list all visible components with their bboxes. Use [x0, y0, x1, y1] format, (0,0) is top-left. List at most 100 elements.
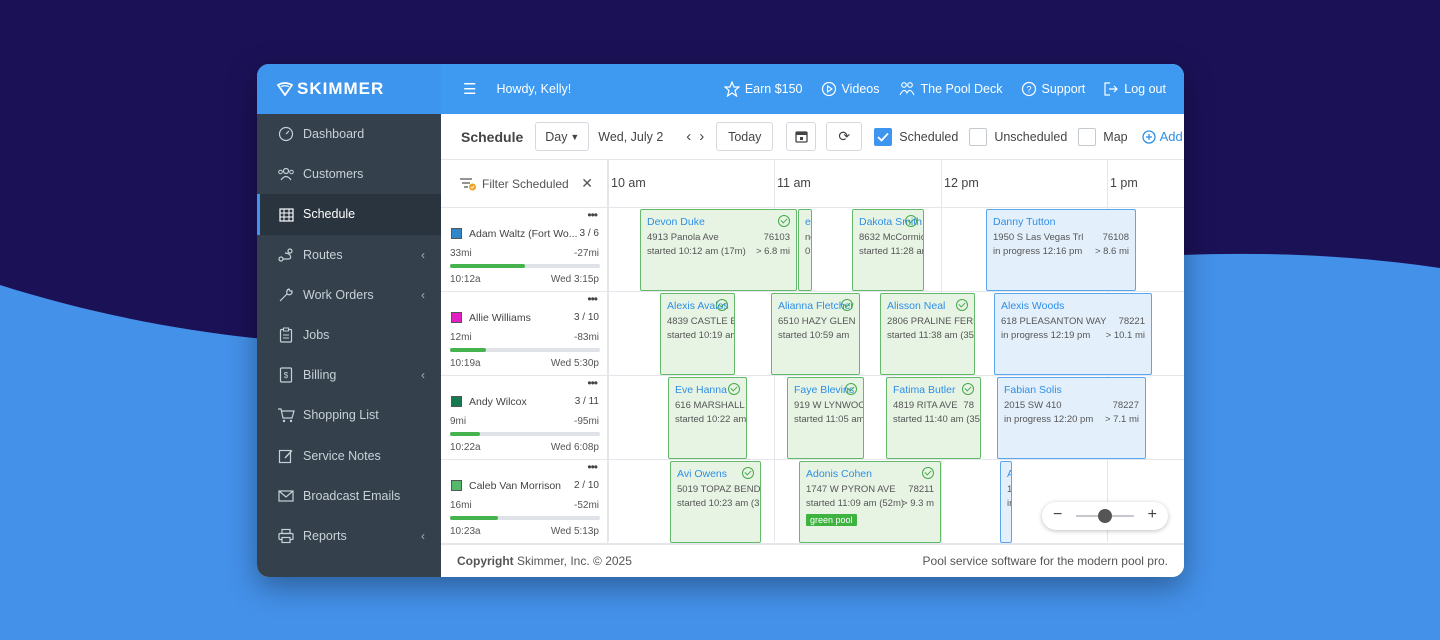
sidebar-item-reports[interactable]: Reports ‹ — [257, 516, 441, 556]
sidebar-item-shopping-list[interactable]: Shopping List — [257, 395, 441, 435]
timeline-header: Filter Scheduled ✕ — [441, 160, 1184, 208]
top-link-earn-150[interactable]: Earn $150 — [723, 81, 803, 97]
job-address: 4839 CASTLE BO — [667, 316, 734, 327]
scheduled-toggle[interactable]: Scheduled — [874, 127, 958, 146]
tech-progress-fill — [450, 516, 498, 520]
top-link-log-out[interactable]: Log out — [1103, 81, 1166, 97]
job-status: started 11:09 am (52m) — [806, 498, 905, 509]
add-button[interactable]: Add — [1141, 129, 1183, 144]
sidebar-item-service-notes[interactable]: Service Notes — [257, 436, 441, 476]
job-card[interactable]: Devon Duke 4913 Panola Ave 76103 started… — [640, 209, 797, 291]
job-card[interactable]: A 1 in — [1000, 461, 1012, 543]
job-status: in — [1007, 498, 1011, 509]
check-circle-icon — [956, 299, 968, 311]
zoom-slider-handle[interactable] — [1098, 509, 1112, 523]
job-zip: 76108 — [1102, 232, 1129, 243]
next-day-icon[interactable]: › — [699, 128, 704, 145]
tech-start-time: 10:23a — [450, 526, 481, 537]
job-card[interactable]: Faye Blevins 919 W LYNWOO started 11:05 … — [787, 377, 864, 459]
menu-icon[interactable]: ☰ — [463, 80, 476, 98]
more-icon[interactable]: ••• — [587, 376, 598, 390]
job-card[interactable]: Adonis Cohen 1747 W PYRON AVE 78211 star… — [799, 461, 941, 543]
sidebar-item-work-orders[interactable]: Work Orders ‹ — [257, 275, 441, 315]
sidebar-item-label: Shopping List — [303, 408, 379, 423]
job-address: 5019 TOPAZ BEND — [677, 484, 761, 495]
job-card[interactable]: Alianna Fletcher 6510 HAZY GLEN started … — [771, 293, 860, 375]
job-status: started 11:28 am — [859, 246, 924, 257]
unscheduled-checkbox[interactable] — [969, 127, 988, 146]
brand-name: SKIMMER — [297, 79, 385, 98]
filter-scheduled[interactable]: Filter Scheduled ✕ — [441, 160, 608, 208]
tech-progress-fill — [450, 264, 525, 268]
sidebar-item-schedule[interactable]: Schedule — [257, 194, 441, 235]
job-card[interactable]: Dakota Smith 8632 McCormic started 11:28… — [852, 209, 924, 291]
map-checkbox[interactable] — [1078, 127, 1097, 146]
calendar-button[interactable] — [786, 122, 817, 151]
date-label: Wed, July 2 — [598, 129, 664, 144]
job-distance: > 10.1 mi — [1105, 330, 1145, 341]
sidebar-item-billing[interactable]: $ Billing ‹ — [257, 355, 441, 395]
schedule-rows: ••• Adam Waltz (Fort Wo... 3 / 6 33mi -2… — [441, 208, 1184, 544]
hour-label: 11 am — [777, 176, 811, 190]
top-links: Earn $150 Videos The Pool Deck? Support … — [723, 81, 1184, 97]
top-link-support[interactable]: ? Support — [1021, 81, 1085, 97]
job-card[interactable]: Fabian Solis 2015 SW 410 78227 in progre… — [997, 377, 1146, 459]
sidebar-item-customers[interactable]: Customers — [257, 154, 441, 194]
tech-start-time: 10:12a — [450, 274, 481, 285]
job-card[interactable]: Alexis Woods 618 PLEASANTON WAY 78221 in… — [994, 293, 1152, 375]
job-status: started 10:59 am — [778, 330, 850, 341]
svg-text:?: ? — [1026, 85, 1031, 95]
check-icon — [877, 132, 889, 142]
sidebar-item-broadcast-emails[interactable]: Broadcast Emails — [257, 476, 441, 516]
sidebar-item-dashboard[interactable]: Dashboard — [257, 114, 441, 154]
technician-row[interactable]: ••• Andy Wilcox 3 / 11 9mi -95mi 10:22a … — [441, 376, 608, 460]
sidebar-item-label: Work Orders — [303, 287, 374, 302]
calendar-icon — [795, 131, 808, 143]
job-customer-name: Adonis Cohen — [806, 468, 872, 480]
zoom-out-icon[interactable]: − — [1053, 506, 1062, 524]
technician-row[interactable]: ••• Caleb Van Morrison 2 / 10 16mi -52mi… — [441, 460, 608, 544]
customers-icon — [277, 165, 295, 183]
more-icon[interactable]: ••• — [587, 208, 598, 222]
sidebar-item-jobs[interactable]: Jobs — [257, 315, 441, 355]
sidebar-item-label: Schedule — [303, 207, 356, 222]
map-toggle[interactable]: Map — [1078, 127, 1128, 146]
prev-day-icon[interactable]: ‹ — [686, 128, 691, 145]
tech-stop-count: 3 / 6 — [579, 228, 599, 239]
page-title: Schedule — [461, 128, 524, 145]
unscheduled-toggle[interactable]: Unscheduled — [969, 127, 1067, 146]
job-card[interactable]: ens nde 0:5 — [798, 209, 812, 291]
more-icon[interactable]: ••• — [587, 460, 598, 474]
job-card[interactable]: Fatima Butler 4819 RITA AVE 78 started 1… — [886, 377, 981, 459]
close-icon[interactable]: ✕ — [581, 175, 593, 192]
refresh-button[interactable]: ⟳ — [826, 122, 863, 151]
technician-row[interactable]: ••• Allie Williams 3 / 10 12mi -83mi 10:… — [441, 292, 608, 376]
zoom-in-icon[interactable]: + — [1148, 506, 1157, 524]
map-label: Map — [1103, 129, 1128, 144]
technician-row[interactable]: ••• Adam Waltz (Fort Wo... 3 / 6 33mi -2… — [441, 208, 608, 292]
job-card[interactable]: Eve Hanna 616 MARSHALL S started 10:22 a… — [668, 377, 747, 459]
brand-logo[interactable]: SKIMMER — [257, 64, 441, 114]
more-icon[interactable]: ••• — [587, 292, 598, 306]
top-link-the-pool-deck[interactable]: The Pool Deck — [898, 81, 1003, 97]
job-card[interactable]: Alexis Avalos 4839 CASTLE BO started 10:… — [660, 293, 735, 375]
chevron-left-icon: ‹ — [421, 528, 425, 543]
today-button[interactable]: Today — [716, 122, 774, 151]
job-card[interactable]: Alisson Neal 2806 PRALINE FERRY started … — [880, 293, 975, 375]
top-link-videos[interactable]: Videos — [821, 81, 880, 97]
job-customer-name: Fatima Butler — [893, 384, 956, 396]
job-address: 2806 PRALINE FERRY — [887, 316, 974, 327]
view-select[interactable]: Day ▼ — [535, 122, 590, 151]
top-link-label: Earn $150 — [744, 82, 803, 96]
tech-miles: 9mi — [450, 416, 467, 427]
job-customer-name: Eve Hanna — [675, 384, 727, 396]
top-link-label: The Pool Deck — [920, 82, 1003, 96]
job-card[interactable]: Avi Owens 5019 TOPAZ BEND started 10:23 … — [670, 461, 761, 543]
job-status: started 11:40 am (35 — [893, 414, 980, 425]
tech-progress-fill — [450, 432, 480, 436]
job-card[interactable]: Danny Tutton 1950 S Las Vegas Trl 76108 … — [986, 209, 1136, 291]
tech-name: Adam Waltz (Fort Wo... — [469, 228, 577, 240]
skimmer-logo-icon — [277, 82, 293, 96]
scheduled-checkbox[interactable] — [874, 127, 893, 146]
sidebar-item-routes[interactable]: Routes ‹ — [257, 235, 441, 275]
